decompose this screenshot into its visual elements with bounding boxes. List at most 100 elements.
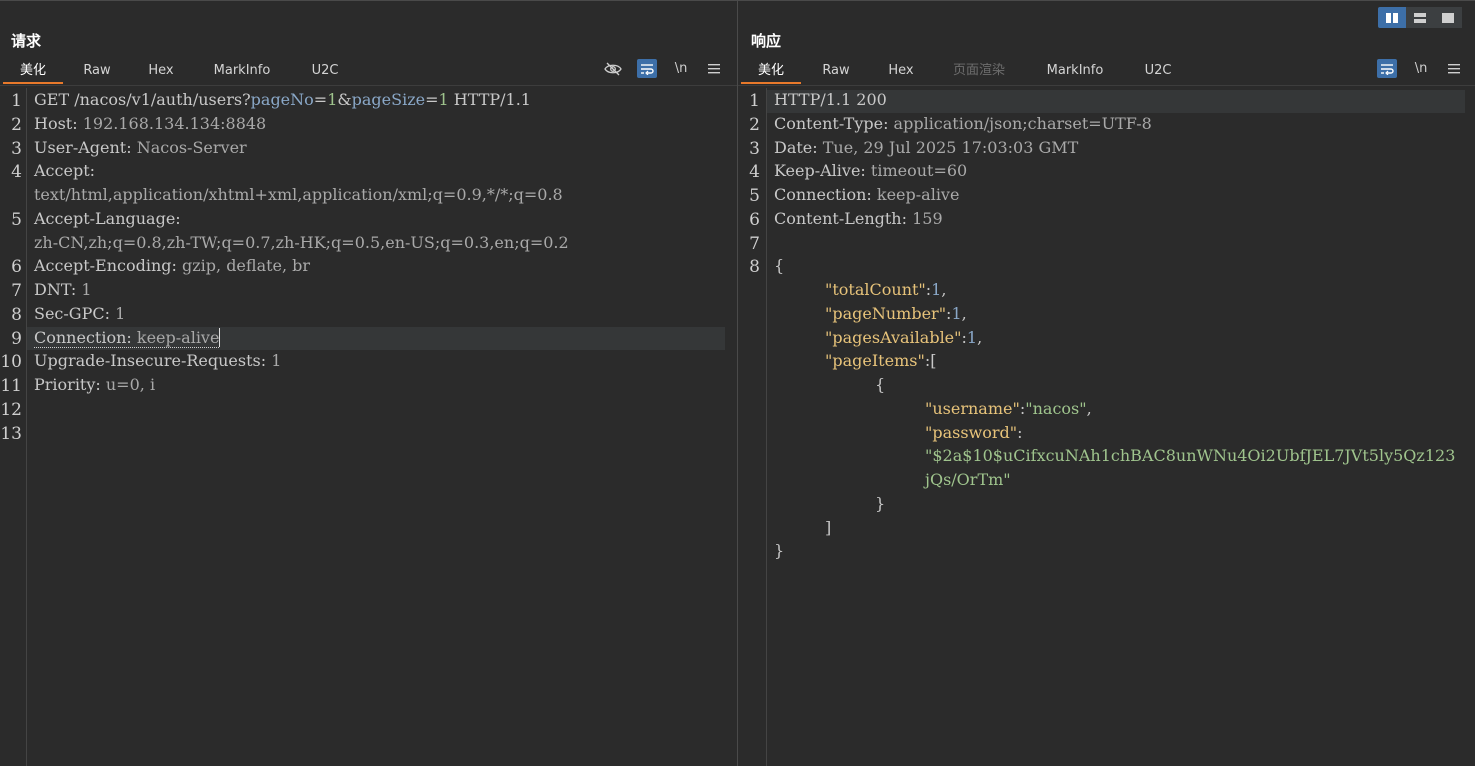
text-cursor [219, 328, 221, 347]
line-number: 5 [11, 210, 22, 230]
header-upgrade-insecure: Upgrade-Insecure-Requests: 1 [34, 349, 281, 373]
query-param-value: 1 [327, 90, 338, 109]
line-number: 12 [0, 400, 22, 420]
request-gutter-divider [26, 88, 27, 766]
json-item-close: } [875, 494, 886, 513]
header-key: Upgrade-Insecure-Requests: [34, 351, 272, 370]
header-value: text/html,application/xhtml+xml,applicat… [34, 185, 563, 204]
query-amp: & [337, 90, 352, 109]
header-key: Content-Length: [774, 209, 913, 228]
request-line-1: GET /nacos/v1/auth/users?pageNo=1&pageSi… [34, 88, 531, 112]
header-key: Accept-Encoding: [34, 256, 182, 275]
menu-button[interactable] [704, 59, 724, 78]
menu-button[interactable] [1444, 59, 1464, 78]
json-total-count: "totalCount":1, [825, 278, 946, 302]
header-key: Accept: [34, 161, 101, 180]
hamburger-menu-icon [708, 64, 720, 74]
header-value: 159 [912, 209, 943, 228]
response-editor[interactable]: 1 2 3 4 5 6 7 8 HTTP/1.1 200 Content-Typ… [738, 88, 1475, 766]
line-number: 2 [11, 115, 22, 135]
header-key: Connection: [34, 328, 137, 347]
header-key: Content-Type: [774, 114, 894, 133]
hide-toggle-button[interactable] [603, 59, 623, 78]
json-number: 1 [931, 280, 942, 299]
query-equals: = [313, 90, 328, 109]
header-key: Sec-GPC: [34, 304, 116, 323]
line-number: 8 [11, 305, 22, 325]
json-password-value: "$2a$10$uCifxcuNAh1chBAC8unWNu4Oi2UbfJEL… [925, 446, 1456, 465]
line-number: 4 [749, 162, 760, 182]
header-value: u=0, i [105, 375, 156, 394]
tab-markinfo[interactable]: MarkInfo [199, 60, 285, 84]
header-key: Accept-Language: [34, 209, 186, 228]
request-path: GET /nacos/v1/auth/users? [34, 90, 251, 109]
line-number: 7 [11, 281, 22, 301]
tab-raw[interactable]: Raw [806, 60, 866, 84]
line-number: 3 [11, 139, 22, 159]
header-key: User-Agent: [34, 138, 137, 157]
json-number: 1 [966, 328, 978, 347]
wrap-lines-button[interactable] [1377, 59, 1397, 78]
header-key: Connection: [774, 185, 877, 204]
header-value: 1 [81, 280, 92, 299]
json-key: "pagesAvailable" [825, 328, 962, 347]
header-accept-language-value: zh-CN,zh;q=0.8,zh-TW;q=0.7,zh-HK;q=0.5,e… [34, 231, 569, 255]
header-accept-value: text/html,application/xhtml+xml,applicat… [34, 183, 563, 207]
newline-toggle-button[interactable]: \n [671, 59, 691, 78]
query-param-name: pageSize [351, 90, 426, 109]
json-number: 1 [951, 304, 962, 323]
header-value: Nacos-Server [136, 138, 247, 157]
header-connection: Connection: keep-alive [34, 326, 221, 350]
header-connection: Connection: keep-alive [774, 183, 959, 207]
tab-hex[interactable]: Hex [131, 60, 191, 84]
json-bracket: [ [930, 351, 937, 370]
tab-markinfo[interactable]: MarkInfo [1032, 60, 1118, 84]
response-title: 响应 [751, 32, 782, 50]
header-value: zh-CN,zh;q=0.8,zh-TW;q=0.7,zh-HK;q=0.5,e… [34, 233, 569, 252]
tab-page-render: 页面渲染 [952, 63, 1005, 78]
header-accept-language: Accept-Language: [34, 207, 186, 231]
request-editor[interactable]: 1 2 3 4 5 6 7 8 9 10 11 12 13 GET /nacos… [0, 88, 737, 766]
wrap-lines-icon [641, 63, 654, 75]
line-number: 4 [11, 162, 22, 182]
header-value: application/json;charset=UTF-8 [893, 114, 1152, 133]
header-value: 1 [115, 304, 126, 323]
header-value: 192.168.134.134:8848 [82, 114, 267, 133]
header-key: Date: [774, 138, 823, 157]
json-comma: , [941, 280, 947, 299]
header-value: Tue, 29 Jul 2025 17:03:03 GMT [822, 138, 1079, 157]
json-colon: : [1017, 423, 1023, 442]
tab-beautify[interactable]: 美化 [3, 60, 63, 84]
json-key: "password" [925, 423, 1018, 442]
wrap-lines-button[interactable] [637, 59, 657, 78]
tab-u2c[interactable]: U2C [295, 60, 355, 84]
request-title: 请求 [11, 32, 42, 50]
line-number: 2 [749, 115, 760, 135]
header-dnt: DNT: 1 [34, 278, 92, 302]
json-comma: , [1086, 399, 1092, 418]
header-key: DNT: [34, 280, 82, 299]
query-equals: = [425, 90, 439, 109]
header-value: gzip, deflate, br [181, 256, 311, 275]
json-key: "totalCount" [825, 280, 926, 299]
header-key: Host: [34, 114, 83, 133]
header-user-agent: User-Agent: Nacos-Server [34, 136, 247, 160]
request-tab-rule [0, 85, 737, 86]
json-key: "pageNumber" [825, 304, 947, 323]
header-key: Priority: [34, 375, 106, 394]
response-gutter-divider [766, 88, 767, 766]
tab-raw[interactable]: Raw [66, 60, 128, 84]
tab-u2c[interactable]: U2C [1128, 60, 1188, 84]
newline-toggle-button[interactable]: \n [1411, 59, 1431, 78]
header-accept-encoding: Accept-Encoding: gzip, deflate, br [34, 254, 310, 278]
line-number: 1 [11, 91, 22, 111]
line-number: 6 [749, 210, 760, 230]
tab-beautify[interactable]: 美化 [741, 60, 801, 84]
line-number: 7 [749, 234, 760, 254]
line-number: 5 [749, 186, 760, 206]
tab-hex[interactable]: Hex [871, 60, 931, 84]
json-item-open: { [875, 375, 886, 394]
header-date: Date: Tue, 29 Jul 2025 17:03:03 GMT [774, 136, 1078, 160]
json-username: "username":"nacos", [925, 397, 1092, 421]
json-key: "pageItems" [825, 351, 925, 370]
